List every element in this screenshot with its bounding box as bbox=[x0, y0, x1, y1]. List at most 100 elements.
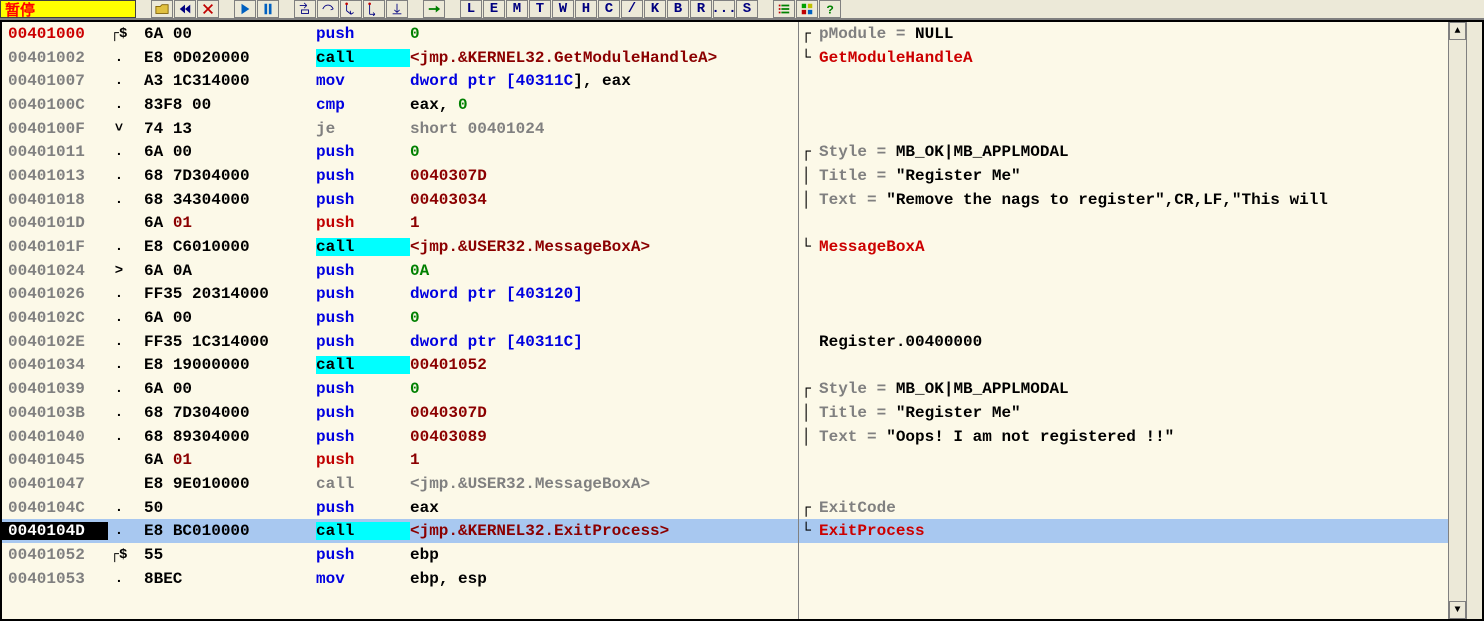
disasm-row[interactable]: 00401052┌$55pushebp bbox=[2, 543, 798, 567]
window-button-/[interactable]: / bbox=[621, 0, 643, 18]
address: 0040104D bbox=[2, 522, 108, 540]
disasm-row[interactable]: 00401047E8 9E010000call<jmp.&USER32.Mess… bbox=[2, 472, 798, 496]
open-icon[interactable] bbox=[151, 0, 173, 18]
scroll-up-icon[interactable]: ▲ bbox=[1449, 22, 1466, 40]
bytes: 6A 01 bbox=[144, 214, 316, 232]
comment-text: ExitProcess bbox=[813, 522, 925, 540]
comment-row[interactable] bbox=[799, 306, 1448, 330]
trace-over-icon[interactable] bbox=[363, 0, 385, 18]
scroll-down-icon[interactable]: ▼ bbox=[1449, 601, 1466, 619]
disasm-row[interactable]: 00401034.E8 19000000call00401052 bbox=[2, 354, 798, 378]
disasm-row[interactable]: 0040101D6A 01push1 bbox=[2, 212, 798, 236]
bytes: 83F8 00 bbox=[144, 96, 316, 114]
comment-row[interactable] bbox=[799, 117, 1448, 141]
comments-panel[interactable]: ┌pModule = NULL└GetModuleHandleA ┌Style =… bbox=[798, 22, 1448, 619]
marker: . bbox=[108, 50, 130, 66]
mnemonic: cmp bbox=[316, 96, 410, 114]
window-button-l[interactable]: L bbox=[460, 0, 482, 18]
run-icon[interactable] bbox=[234, 0, 256, 18]
disasm-row[interactable]: 00401013.68 7D304000push0040307D bbox=[2, 164, 798, 188]
scrollbar-vertical[interactable]: ▲ ▼ bbox=[1448, 22, 1466, 619]
operands: 00403034 bbox=[410, 191, 798, 209]
disasm-row[interactable]: 00401039.6A 00push0 bbox=[2, 377, 798, 401]
disasm-row[interactable]: 00401024>6A 0Apush0A bbox=[2, 259, 798, 283]
disassembly-panel[interactable]: 00401000┌$6A 00push000401002.E8 0D020000… bbox=[2, 22, 798, 619]
comment-row[interactable] bbox=[799, 448, 1448, 472]
window-button-t[interactable]: T bbox=[529, 0, 551, 18]
comment-row[interactable] bbox=[799, 212, 1448, 236]
disasm-row[interactable]: 0040102E.FF35 1C314000pushdword ptr [403… bbox=[2, 330, 798, 354]
comment-row[interactable] bbox=[799, 93, 1448, 117]
window-button-h[interactable]: H bbox=[575, 0, 597, 18]
scroll-thumb[interactable] bbox=[1449, 40, 1466, 601]
comment-row[interactable]: │Title = "Register Me" bbox=[799, 164, 1448, 188]
mnemonic: je bbox=[316, 120, 410, 138]
comment-row[interactable]: └MessageBoxA bbox=[799, 235, 1448, 259]
marker: . bbox=[108, 334, 130, 350]
disasm-row[interactable]: 004010456A 01push1 bbox=[2, 448, 798, 472]
disasm-row[interactable]: 0040101F.E8 C6010000call<jmp.&USER32.Mes… bbox=[2, 235, 798, 259]
disasm-row[interactable]: 00401026.FF35 20314000pushdword ptr [403… bbox=[2, 283, 798, 307]
window-button-k[interactable]: K bbox=[644, 0, 666, 18]
disasm-row[interactable]: 0040100C.83F8 00cmpeax, 0 bbox=[2, 93, 798, 117]
help-icon[interactable]: ? bbox=[819, 0, 841, 18]
comment-row[interactable] bbox=[799, 259, 1448, 283]
comment-row[interactable]: └GetModuleHandleA bbox=[799, 46, 1448, 70]
mnemonic: push bbox=[316, 262, 410, 280]
bytes: 68 89304000 bbox=[144, 428, 316, 446]
trace-into-icon[interactable] bbox=[340, 0, 362, 18]
address: 00401013 bbox=[2, 167, 108, 185]
comment-row[interactable]: └ExitProcess bbox=[799, 519, 1448, 543]
window-button-m[interactable]: M bbox=[506, 0, 528, 18]
comment-row[interactable] bbox=[799, 567, 1448, 591]
disasm-row[interactable]: 0040104C.50pusheax bbox=[2, 496, 798, 520]
disasm-row[interactable]: 00401018.68 34304000push00403034 bbox=[2, 188, 798, 212]
comment-row[interactable] bbox=[799, 472, 1448, 496]
disasm-row[interactable]: 0040102C.6A 00push0 bbox=[2, 306, 798, 330]
step-over-icon[interactable] bbox=[317, 0, 339, 18]
comment-row[interactable]: Register.00400000 bbox=[799, 330, 1448, 354]
comment-row[interactable]: ┌Style = MB_OK|MB_APPLMODAL bbox=[799, 377, 1448, 401]
window-button-c[interactable]: C bbox=[598, 0, 620, 18]
window-button-e[interactable]: E bbox=[483, 0, 505, 18]
toolbar-group-step bbox=[293, 0, 408, 18]
comment-row[interactable]: ┌ExitCode bbox=[799, 496, 1448, 520]
list-icon[interactable] bbox=[773, 0, 795, 18]
window-button-s[interactable]: S bbox=[736, 0, 758, 18]
operands: 1 bbox=[410, 214, 798, 232]
disasm-row[interactable]: 00401007.A3 1C314000movdword ptr [40311C… bbox=[2, 69, 798, 93]
comment-row[interactable]: │Text = "Oops! I am not registered !!" bbox=[799, 425, 1448, 449]
disasm-row[interactable]: 0040104D.E8 BC010000call<jmp.&KERNEL32.E… bbox=[2, 519, 798, 543]
comment-row[interactable] bbox=[799, 283, 1448, 307]
disasm-row[interactable]: 0040103B.68 7D304000push0040307D bbox=[2, 401, 798, 425]
mnemonic: push bbox=[316, 214, 410, 232]
window-button-b[interactable]: B bbox=[667, 0, 689, 18]
disasm-row[interactable]: 00401040.68 89304000push00403089 bbox=[2, 425, 798, 449]
disasm-row[interactable]: 00401011.6A 00push0 bbox=[2, 140, 798, 164]
bracket-icon: ┌ bbox=[799, 380, 813, 398]
disasm-row[interactable]: 00401053.8BECmovebp, esp bbox=[2, 567, 798, 591]
operands: <jmp.&KERNEL32.GetModuleHandleA> bbox=[410, 49, 798, 67]
address: 0040102E bbox=[2, 333, 108, 351]
comment-row[interactable]: │Title = "Register Me" bbox=[799, 401, 1448, 425]
comment-row[interactable] bbox=[799, 543, 1448, 567]
step-into-icon[interactable] bbox=[294, 0, 316, 18]
pause-icon[interactable] bbox=[257, 0, 279, 18]
comment-row[interactable]: ┌pModule = NULL bbox=[799, 22, 1448, 46]
window-button-w[interactable]: W bbox=[552, 0, 574, 18]
rewind-icon[interactable] bbox=[174, 0, 196, 18]
comment-row[interactable] bbox=[799, 69, 1448, 93]
address: 00401052 bbox=[2, 546, 108, 564]
window-button-...[interactable]: ... bbox=[713, 0, 735, 18]
comment-row[interactable] bbox=[799, 354, 1448, 378]
window-button-r[interactable]: R bbox=[690, 0, 712, 18]
grid-icon[interactable] bbox=[796, 0, 818, 18]
goto-icon[interactable] bbox=[423, 0, 445, 18]
disasm-row[interactable]: 0040100F˅74 13jeshort 00401024 bbox=[2, 117, 798, 141]
disasm-row[interactable]: 00401000┌$6A 00push0 bbox=[2, 22, 798, 46]
comment-row[interactable]: ┌Style = MB_OK|MB_APPLMODAL bbox=[799, 140, 1448, 164]
disasm-row[interactable]: 00401002.E8 0D020000call<jmp.&KERNEL32.G… bbox=[2, 46, 798, 70]
comment-row[interactable]: │Text = "Remove the nags to register",CR… bbox=[799, 188, 1448, 212]
close-icon[interactable] bbox=[197, 0, 219, 18]
execute-till-return-icon[interactable] bbox=[386, 0, 408, 18]
